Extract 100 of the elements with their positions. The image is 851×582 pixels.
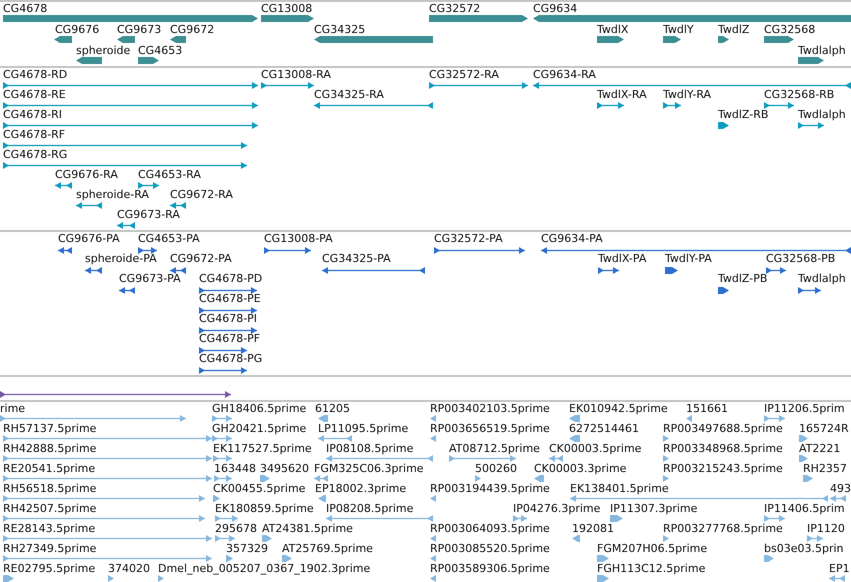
feature-label: CG9676 [55,23,100,36]
feature-label: CG32572-RA [429,68,499,81]
feature-label: CG4678-RI [3,108,62,121]
feature-label: IP11406.5prim [764,502,845,515]
feature-label: CG34325-RA [314,88,384,101]
feature-label: RP003064093.5prime [430,522,550,535]
feature-label: AT2221 [799,442,840,455]
feature-label: 165724R [799,422,849,435]
feature-label: CG4678-RD [3,68,68,81]
feature-label: TwdlZ-RB [718,108,768,121]
feature-label: RH57137.5prime [3,422,96,435]
feature-label: EK117527.5prime [213,442,312,455]
feature-label: CG32568-PB [766,252,836,265]
feature-label: RP003085520.5prime [430,542,550,555]
feature-label: 295678 [215,522,257,535]
feature-label: 151661 [686,402,728,415]
feature-label: TwdlY [663,23,694,36]
feature-label: RH2357 [803,462,847,475]
feature-label: bs03e03.5prin [764,542,844,555]
feature-label: CG9672-PA [170,252,232,265]
feature-label: CG4678-PE [199,292,261,305]
feature-label: EP18002.3prime [315,482,406,495]
feature-label: AT08712.5prime [449,442,540,455]
feature-label: TwdlY-PA [665,252,712,265]
feature-label: CG9672 [170,23,214,36]
feature-label: CG9673 [117,23,162,36]
feature-label: RP003215243.5prime [663,462,783,475]
feature-label: RP003348968.5prime [663,442,783,455]
feature-label: RH27349.5prime [3,542,96,555]
feature-label: CG9673-RA [117,208,180,221]
feature-label: 374020 [108,562,150,575]
feature-label: 500260 [475,462,517,475]
feature-label: LP11095.5prime [318,422,408,435]
feature-label: EK180859.5prime [215,502,314,515]
feature-label: IP04276.3prime [513,502,600,515]
feature-label: Twdlalph [798,108,846,121]
feature-label: IP08108.5prime [326,442,414,455]
feature-label: RH42888.5prime [3,442,96,455]
feature-label: CK00003.5prime [549,442,642,455]
feature-label: IP11307.3prime [610,502,698,515]
feature-label: CG9634 [533,2,578,15]
feature-label: CK00003.3prime [534,462,626,475]
feature-label: CK00455.5prime [213,482,306,495]
feature-label: RE28143.5prime [3,522,96,535]
feature-label: TwdlX-RA [597,88,647,101]
feature-label: IP08208.5prime [326,502,414,515]
feature-label: CG32568-RB [764,88,834,101]
feature-label: EK010942.5prime [569,402,668,415]
feature-label: GH18406.5prime [212,402,306,415]
feature-label: FGM325C06.3prime [314,462,424,475]
feature-label: CG4678-RG [3,148,68,161]
feature-label: CG34325-PA [322,252,391,265]
feature-label: CG4678-PG [199,352,262,365]
feature-label: CG4678-PD [199,272,262,285]
feature-label: CG4653-PA [138,232,200,245]
feature-label: RE02795.5prime [3,562,96,575]
feature-label: Twdlalph [798,272,846,285]
feature-label: AT24381.5prime [262,522,353,535]
feature-label: CG4678-RF [3,128,66,141]
feature-label: rime [0,402,26,415]
feature-label: spheroide [76,44,130,57]
feature-label: CG13008-RA [261,68,331,81]
feature-label: CG13008-PA [264,232,333,245]
feature-label: CG4678 [3,2,48,15]
feature-label: TwdlX-PA [598,252,646,265]
feature-label: CG4678-RE [3,88,66,101]
feature-label: TwdlX [597,23,628,36]
feature-label: Twdlalph [798,44,846,57]
feature-label: CG9634-PA [541,232,603,245]
feature-label: TwdlZ-PB [718,272,768,285]
feature-label: CG9673-PA [119,272,181,285]
feature-label: CG4653-RA [138,168,201,181]
feature-label: EK138401.5prime [570,482,669,495]
feature-label: CG9672-RA [170,188,233,201]
feature-label: RE20541.5prime [3,462,96,475]
feature-label: spheroide-RA [76,188,149,201]
feature-label: CG9634-RA [533,68,596,81]
feature-label: GH20421.5prime [212,422,306,435]
feature-label: TwdlY-RA [663,88,712,101]
feature-label: RP003589306.5prime [430,562,550,575]
feature-label: RP003402103.5prime [430,402,550,415]
feature-label: RP003656519.5prime [430,422,550,435]
feature-label: TwdlZ [718,23,750,36]
feature-label: RP003277768.5prime [663,522,783,535]
feature-label: 61205 [315,402,350,415]
feature-label: 3495620 [260,462,309,475]
feature-label: CG34325 [314,23,366,36]
feature-label: RP003194439.5prime [430,482,550,495]
feature-label: 192081 [572,522,614,535]
feature-label: FGM207H06.5prime [597,542,708,555]
feature-label: 6272514461 [569,422,639,435]
feature-label: EP1 [829,562,850,575]
feature-label: CG9676-PA [58,232,120,245]
feature-label: CG13008 [261,2,312,15]
feature-label: spheroide-PA [85,252,157,265]
feature-label: CG9676-RA [55,168,118,181]
feature-label: AT25769.5prime [282,542,373,555]
feature-label: RH42507.5prime [3,502,96,515]
feature-label: CG4678-PF [199,332,260,345]
feature-label: 493 [830,482,851,495]
